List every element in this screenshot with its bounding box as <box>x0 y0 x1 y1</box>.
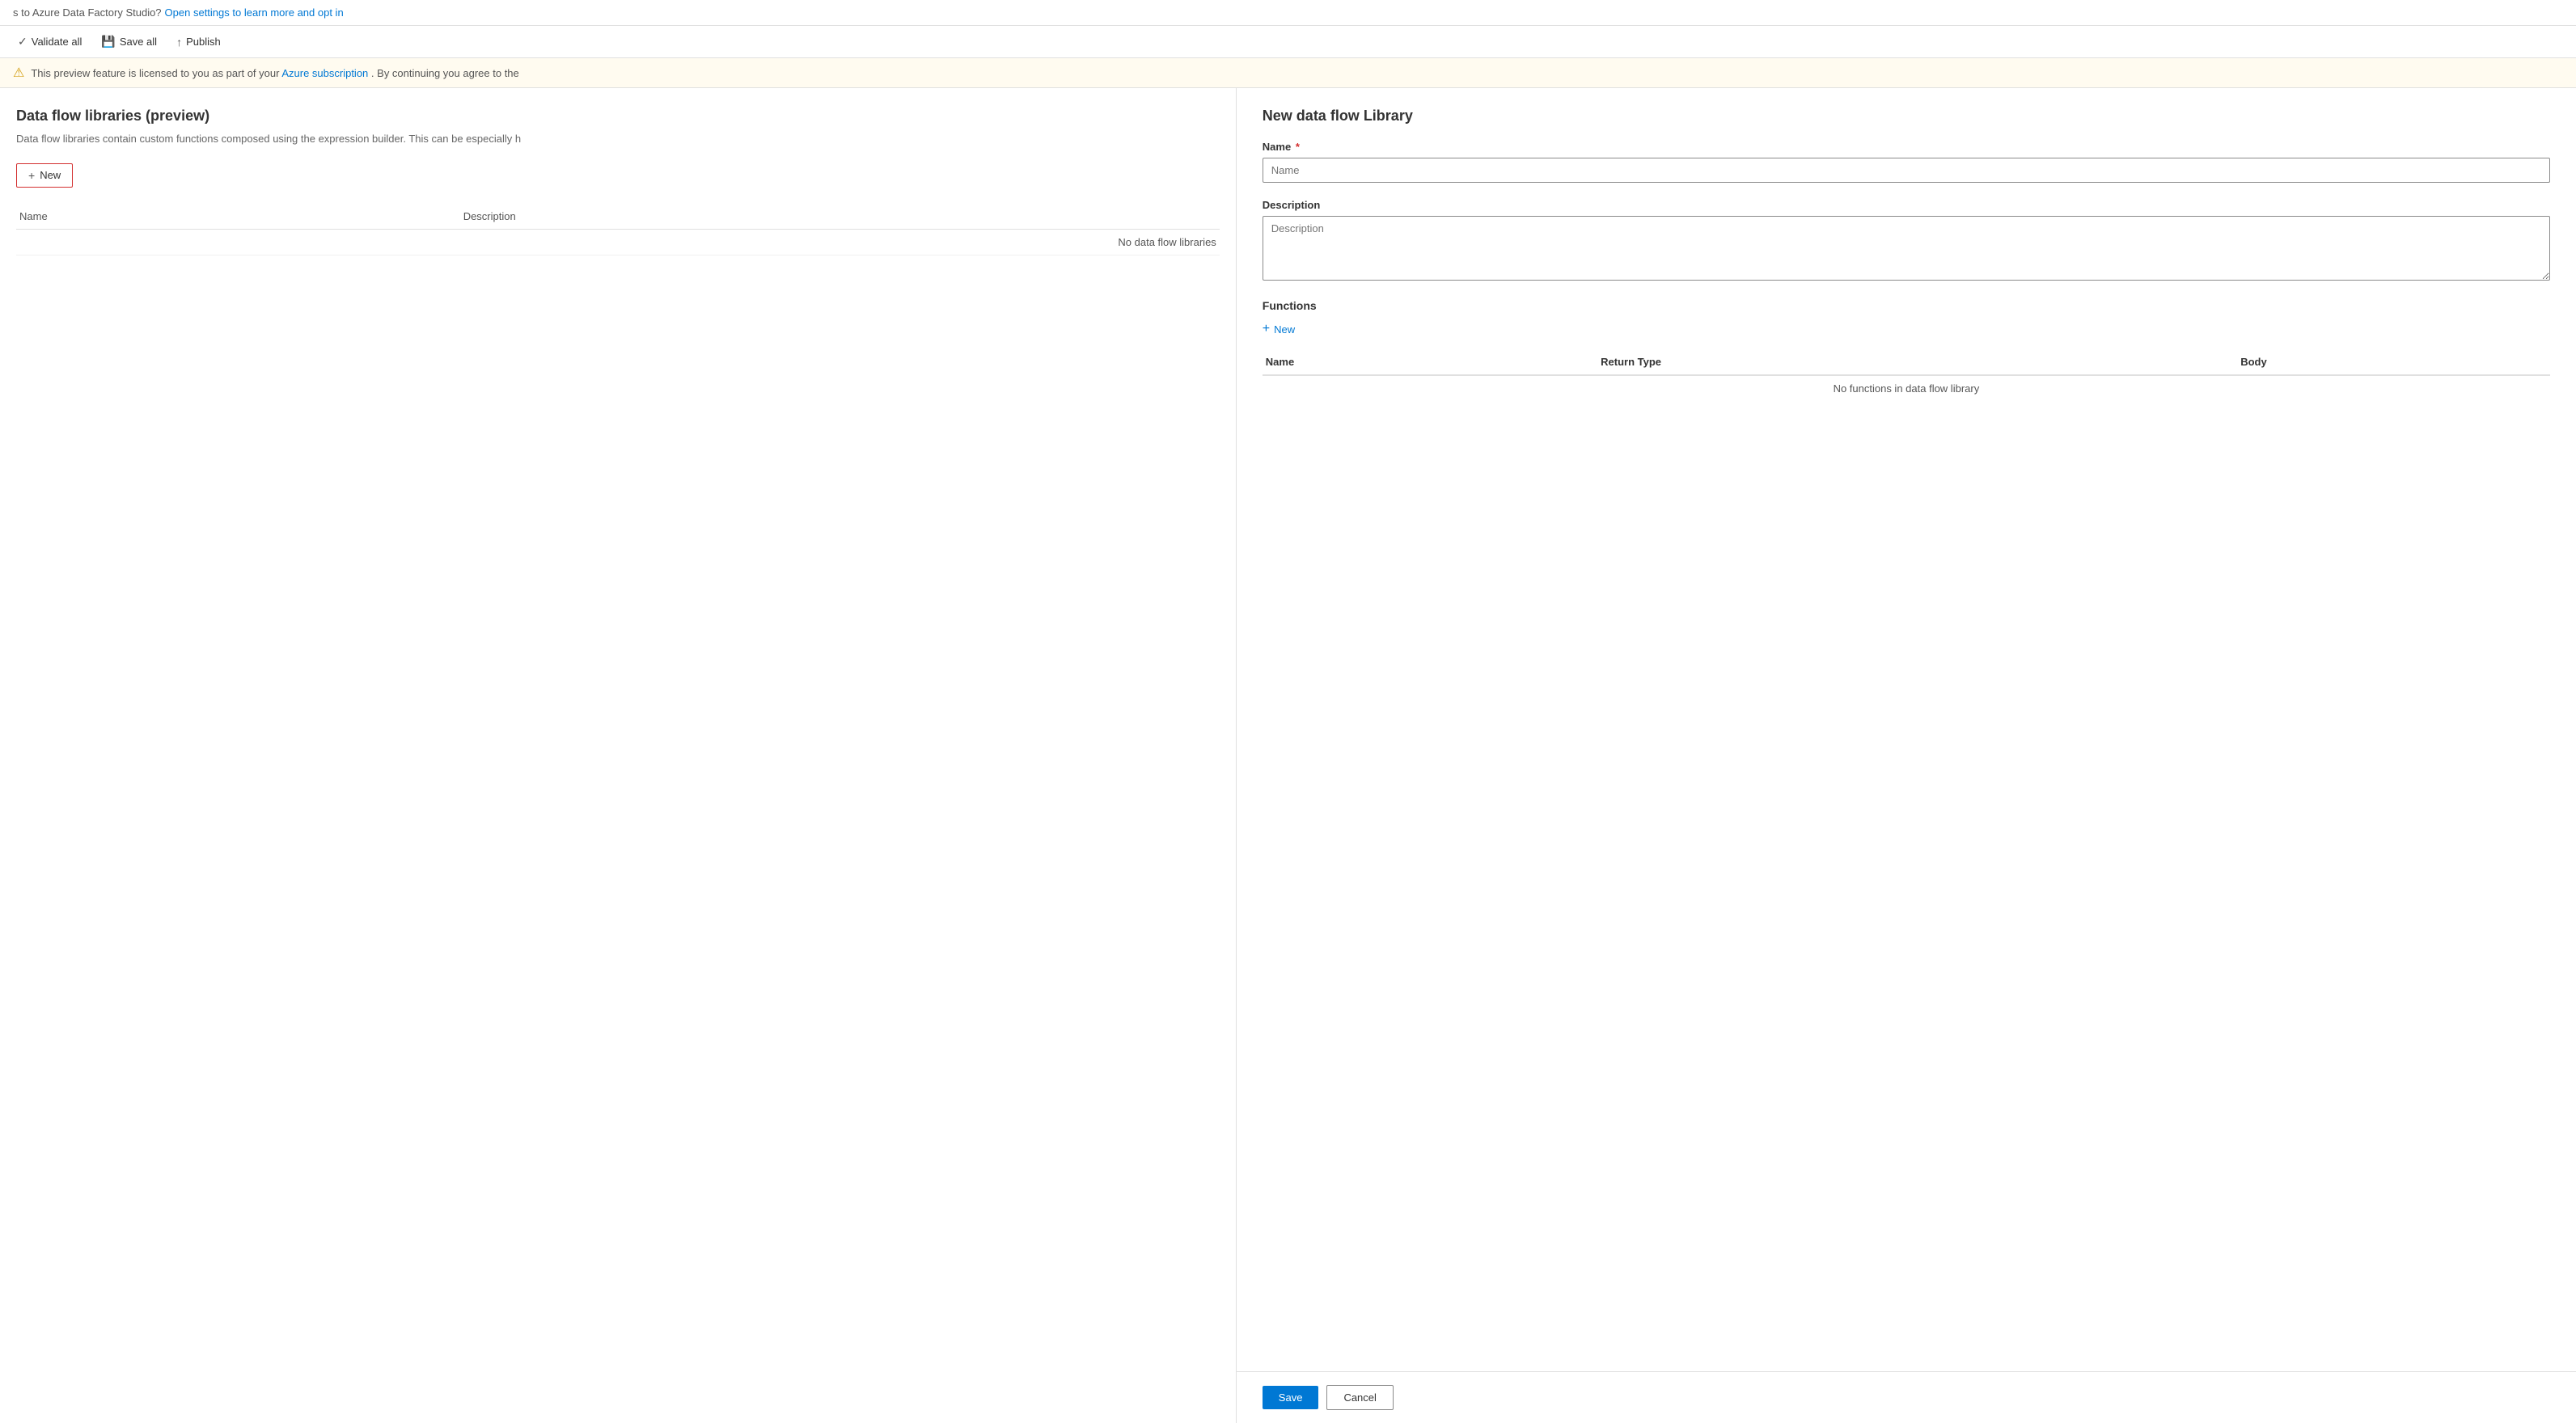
new-library-button[interactable]: + New <box>16 163 73 188</box>
panel-title: Data flow libraries (preview) <box>16 108 1220 125</box>
description-form-group: Description <box>1263 199 2550 283</box>
name-column-header: Name <box>16 204 460 230</box>
plus-blue-icon: + <box>1263 322 1270 336</box>
subscription-link[interactable]: Azure subscription <box>281 67 368 79</box>
func-name-column: Name <box>1263 349 1597 375</box>
banner-link[interactable]: Open settings to learn more and opt in <box>165 6 344 19</box>
validate-icon: ✓ <box>18 35 27 49</box>
dialog-title: New data flow Library <box>1263 108 2550 125</box>
publish-icon: ↑ <box>176 36 182 49</box>
dialog-content: New data flow Library Name * Description <box>1237 88 2576 1371</box>
cancel-button[interactable]: Cancel <box>1326 1385 1393 1410</box>
panel-description: Data flow libraries contain custom funct… <box>16 131 1220 147</box>
save-button[interactable]: Save <box>1263 1386 1319 1409</box>
dialog-footer: Save Cancel <box>1237 1371 2576 1423</box>
functions-empty-row: No functions in data flow library <box>1263 375 2550 401</box>
save-icon: 💾 <box>101 35 115 49</box>
functions-empty-message: No functions in data flow library <box>1263 375 2550 401</box>
libraries-table: Name Description No data flow libraries <box>16 204 1220 255</box>
description-column-header: Description <box>460 204 1220 230</box>
name-form-group: Name * <box>1263 141 2550 183</box>
save-all-button[interactable]: 💾 Save all <box>93 31 165 53</box>
empty-state-message: No data flow libraries <box>16 229 1220 255</box>
func-body-column: Body <box>2237 349 2550 375</box>
plus-icon: + <box>28 169 35 182</box>
name-label: Name * <box>1263 141 2550 153</box>
required-indicator: * <box>1296 141 1300 153</box>
name-input[interactable] <box>1263 158 2550 183</box>
functions-table: Name Return Type Body No functions in da… <box>1263 349 2550 401</box>
add-new-label: New <box>1274 323 1295 336</box>
description-input[interactable] <box>1263 216 2550 281</box>
empty-state-row: No data flow libraries <box>16 229 1220 255</box>
new-button-label: New <box>40 169 61 181</box>
save-all-label: Save all <box>120 36 157 48</box>
right-panel: New data flow Library Name * Description <box>1237 88 2576 1423</box>
toolbar: ✓ Validate all 💾 Save all ↑ Publish <box>0 26 2576 58</box>
warning-text: This preview feature is licensed to you … <box>31 67 518 79</box>
functions-label: Functions <box>1263 299 2550 312</box>
warning-banner: ⚠ This preview feature is licensed to yo… <box>0 58 2576 88</box>
publish-label: Publish <box>186 36 221 48</box>
func-return-type-column: Return Type <box>1597 349 2237 375</box>
warning-icon: ⚠ <box>13 65 24 81</box>
description-label: Description <box>1263 199 2550 211</box>
validate-all-label: Validate all <box>32 36 82 48</box>
top-banner: s to Azure Data Factory Studio? Open set… <box>0 0 2576 26</box>
functions-section: Functions + New Name Return Type Body <box>1263 299 2550 401</box>
banner-text: s to Azure Data Factory Studio? <box>13 6 162 19</box>
add-function-button[interactable]: + New <box>1263 320 1295 338</box>
left-panel: Data flow libraries (preview) Data flow … <box>0 88 1237 1423</box>
main-content: Data flow libraries (preview) Data flow … <box>0 88 2576 1423</box>
validate-all-button[interactable]: ✓ Validate all <box>10 31 90 53</box>
publish-button[interactable]: ↑ Publish <box>168 32 229 53</box>
